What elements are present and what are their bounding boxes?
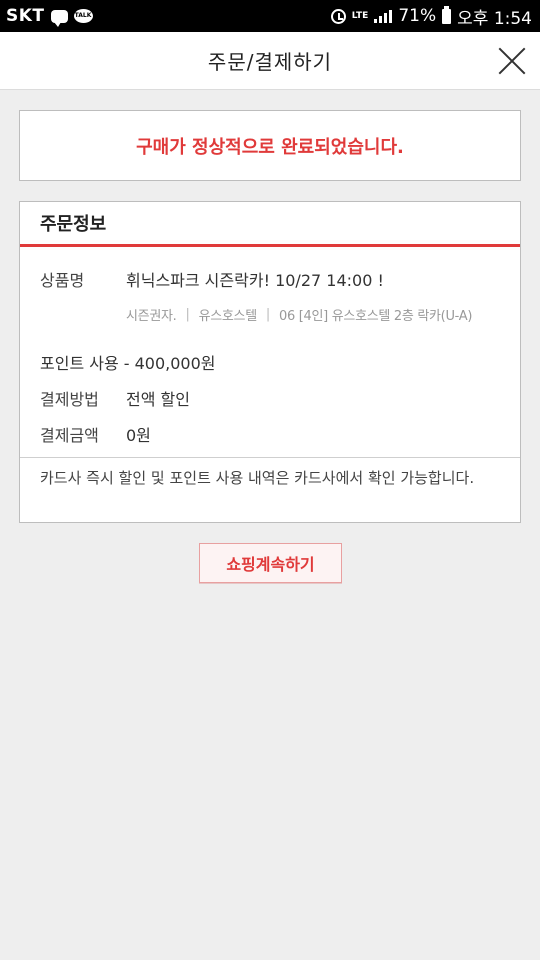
product-row: 상품명 휘닉스파크 시즌락카! 10/27 14:00 ! [40,267,500,291]
status-left: SKT TALK [6,6,93,27]
points-usage: 포인트 사용 - 400,000원 [40,354,216,373]
payment-method-value: 전액 할인 [126,390,190,409]
message-icon [50,9,68,27]
product-option-area: 유스호스텔 [198,309,258,324]
completion-message: 구매가 정상적으로 완료되었습니다. [136,136,404,158]
close-icon[interactable] [498,47,526,75]
battery-percent: 71% [398,6,437,26]
product-option-type: 시즌권자. [126,309,177,324]
product-options: 시즌권자. | 유스호스텔 | 06 [4인] 유스호스텔 2층 락카(U-A) [126,305,500,324]
payment-amount-label: 결제금액 [40,426,99,445]
payment-amount-value: 0원 [126,426,151,445]
payment-method-label: 결제방법 [40,390,99,409]
divider: | [185,307,190,322]
lte-icon: LTE [351,10,369,21]
order-info-body: 상품명 휘닉스파크 시즌락카! 10/27 14:00 ! 시즌권자. | 유스… [20,247,520,457]
product-label: 상품명 [40,271,85,290]
order-info-title: 주문정보 [40,214,107,235]
order-info-panel: 주문정보 상품명 휘닉스파크 시즌락카! 10/27 14:00 ! 시즌권자.… [19,201,521,523]
card-notice: 카드사 즉시 할인 및 포인트 사용 내역은 카드사에서 확인 가능합니다. [20,457,520,519]
alarm-icon [330,8,346,24]
status-bar: SKT TALK LTE 71% 오후 1:54 [0,0,540,32]
payment-method-row: 결제방법 전액 할인 [40,386,500,410]
continue-shopping-button[interactable]: 쇼핑계속하기 [199,543,342,583]
signal-icon [374,9,393,23]
divider: | [265,307,270,322]
kakaotalk-icon: TALK [73,9,93,23]
completion-box: 구매가 정상적으로 완료되었습니다. [19,110,521,181]
clock: 오후 1:54 [457,8,532,29]
page-title: 주문/결제하기 [207,50,333,74]
payment-amount-row: 결제금액 0원 [40,422,500,446]
order-info-header: 주문정보 [20,202,520,247]
battery-icon [442,5,452,24]
carrier-label: SKT [6,6,45,26]
page-header: 주문/결제하기 [0,32,540,90]
status-right: LTE 71% 오후 1:54 [330,4,532,29]
product-option-detail: 06 [4인] 유스호스텔 2층 락카(U-A) [278,309,473,324]
network-label: LTE [351,10,369,21]
product-name: 휘닉스파크 시즌락카! 10/27 14:00 ! [126,271,384,290]
